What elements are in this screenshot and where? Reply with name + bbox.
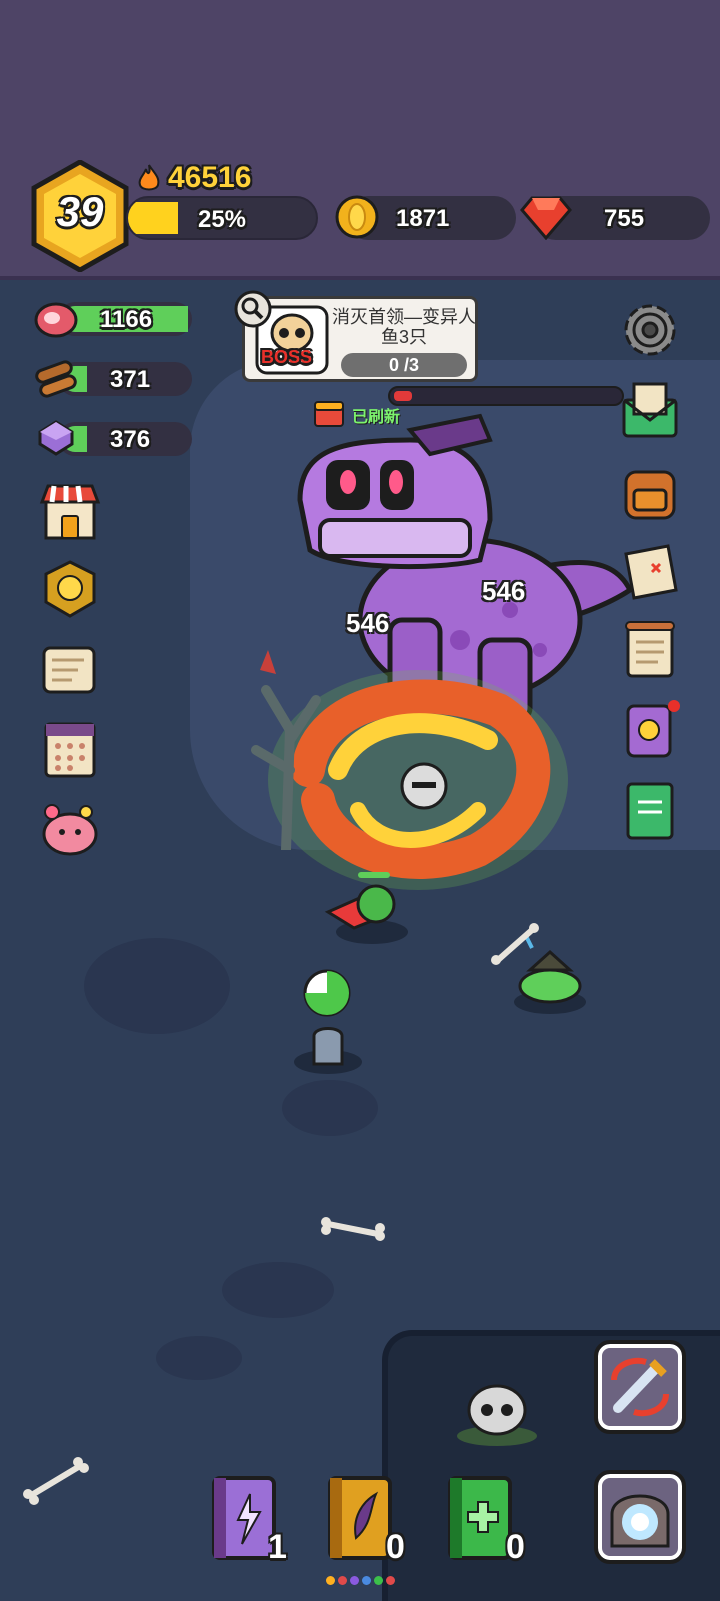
gold-coin-icon [335, 195, 379, 239]
magnifier-icon[interactable] [234, 290, 272, 328]
settings-icon[interactable] [618, 298, 682, 362]
rank-badge-icon[interactable] [38, 558, 102, 622]
element-dots [326, 1576, 395, 1585]
map-pit [156, 1336, 242, 1380]
guide-book-icon[interactable] [618, 778, 682, 842]
backpack-icon[interactable] [618, 460, 682, 524]
sword-swap-icon [611, 1357, 669, 1417]
portal-icon [610, 1494, 670, 1548]
mail-icon[interactable] [618, 378, 682, 442]
boss-badge-label: BOSS [261, 347, 313, 367]
heal-book-count: 0 [506, 1528, 525, 1566]
element-dot [338, 1576, 347, 1585]
boss-card-icon[interactable] [618, 698, 682, 762]
element-dot [362, 1576, 371, 1585]
player-level: 39 [56, 188, 104, 235]
hero-knight[interactable] [388, 756, 458, 816]
quest-scroll-icon[interactable] [38, 638, 102, 702]
crystal-icon [38, 420, 74, 456]
map-pit [282, 1080, 378, 1136]
treasure-map-icon[interactable] [618, 540, 682, 604]
gold-counter[interactable]: 1871 [335, 195, 516, 240]
pet-icon[interactable] [38, 796, 102, 860]
boss-quest-card[interactable]: BOSS 消灭首领—变异人鱼3只 0 /3 [242, 296, 478, 382]
xp-percent: 25% [197, 206, 247, 233]
lightning-book-count: 1 [268, 1528, 287, 1566]
element-dot [350, 1576, 359, 1585]
ruby-gem-icon [520, 196, 572, 240]
shop-icon[interactable] [38, 480, 102, 544]
meat-icon [34, 302, 78, 338]
boss-quest-title: 消灭首领—变异人鱼3只 [332, 307, 476, 347]
bone-decoration [491, 923, 539, 965]
boss-health-fill [394, 391, 412, 401]
calendar-icon[interactable] [38, 716, 102, 780]
wind-book-count: 0 [386, 1528, 405, 1566]
boss-quest-progress-bar: 0 /3 [341, 353, 467, 377]
power-row: 46516 [136, 160, 251, 196]
skull-decoration [457, 1384, 537, 1446]
damage-number: 546 [482, 576, 526, 606]
boss-health-bar [388, 386, 624, 406]
task-board-icon[interactable] [618, 618, 682, 682]
gem-counter[interactable]: 755 [520, 196, 710, 240]
map-pit [84, 938, 230, 1034]
boss-quest-progress: 0 /3 [388, 355, 420, 375]
wood-icon [35, 360, 77, 398]
respawn-timer-icon [303, 969, 351, 1017]
element-dot [386, 1576, 395, 1585]
hero-red-caped[interactable] [324, 866, 420, 946]
crystal-value: 376 [110, 426, 151, 453]
power-value: 46516 [168, 161, 252, 194]
portal-button[interactable] [594, 1470, 686, 1564]
auto-battle-button[interactable] [594, 1340, 686, 1434]
bone-decoration [321, 1217, 385, 1241]
gold-value: 1871 [396, 205, 450, 232]
tombstone-icon [294, 1027, 362, 1074]
flame-icon [138, 164, 160, 191]
map-pit [222, 1262, 334, 1318]
wood-value: 371 [110, 366, 151, 393]
damage-number: 546 [346, 608, 390, 638]
notification-dot [668, 700, 680, 712]
meat-value: 1166 [100, 306, 153, 333]
xp-bar: 25% [126, 196, 318, 240]
dead-tree [251, 650, 321, 850]
element-dot [374, 1576, 383, 1585]
bone-decoration [23, 1457, 89, 1505]
gem-value: 755 [604, 205, 645, 232]
element-dot [326, 1576, 335, 1585]
